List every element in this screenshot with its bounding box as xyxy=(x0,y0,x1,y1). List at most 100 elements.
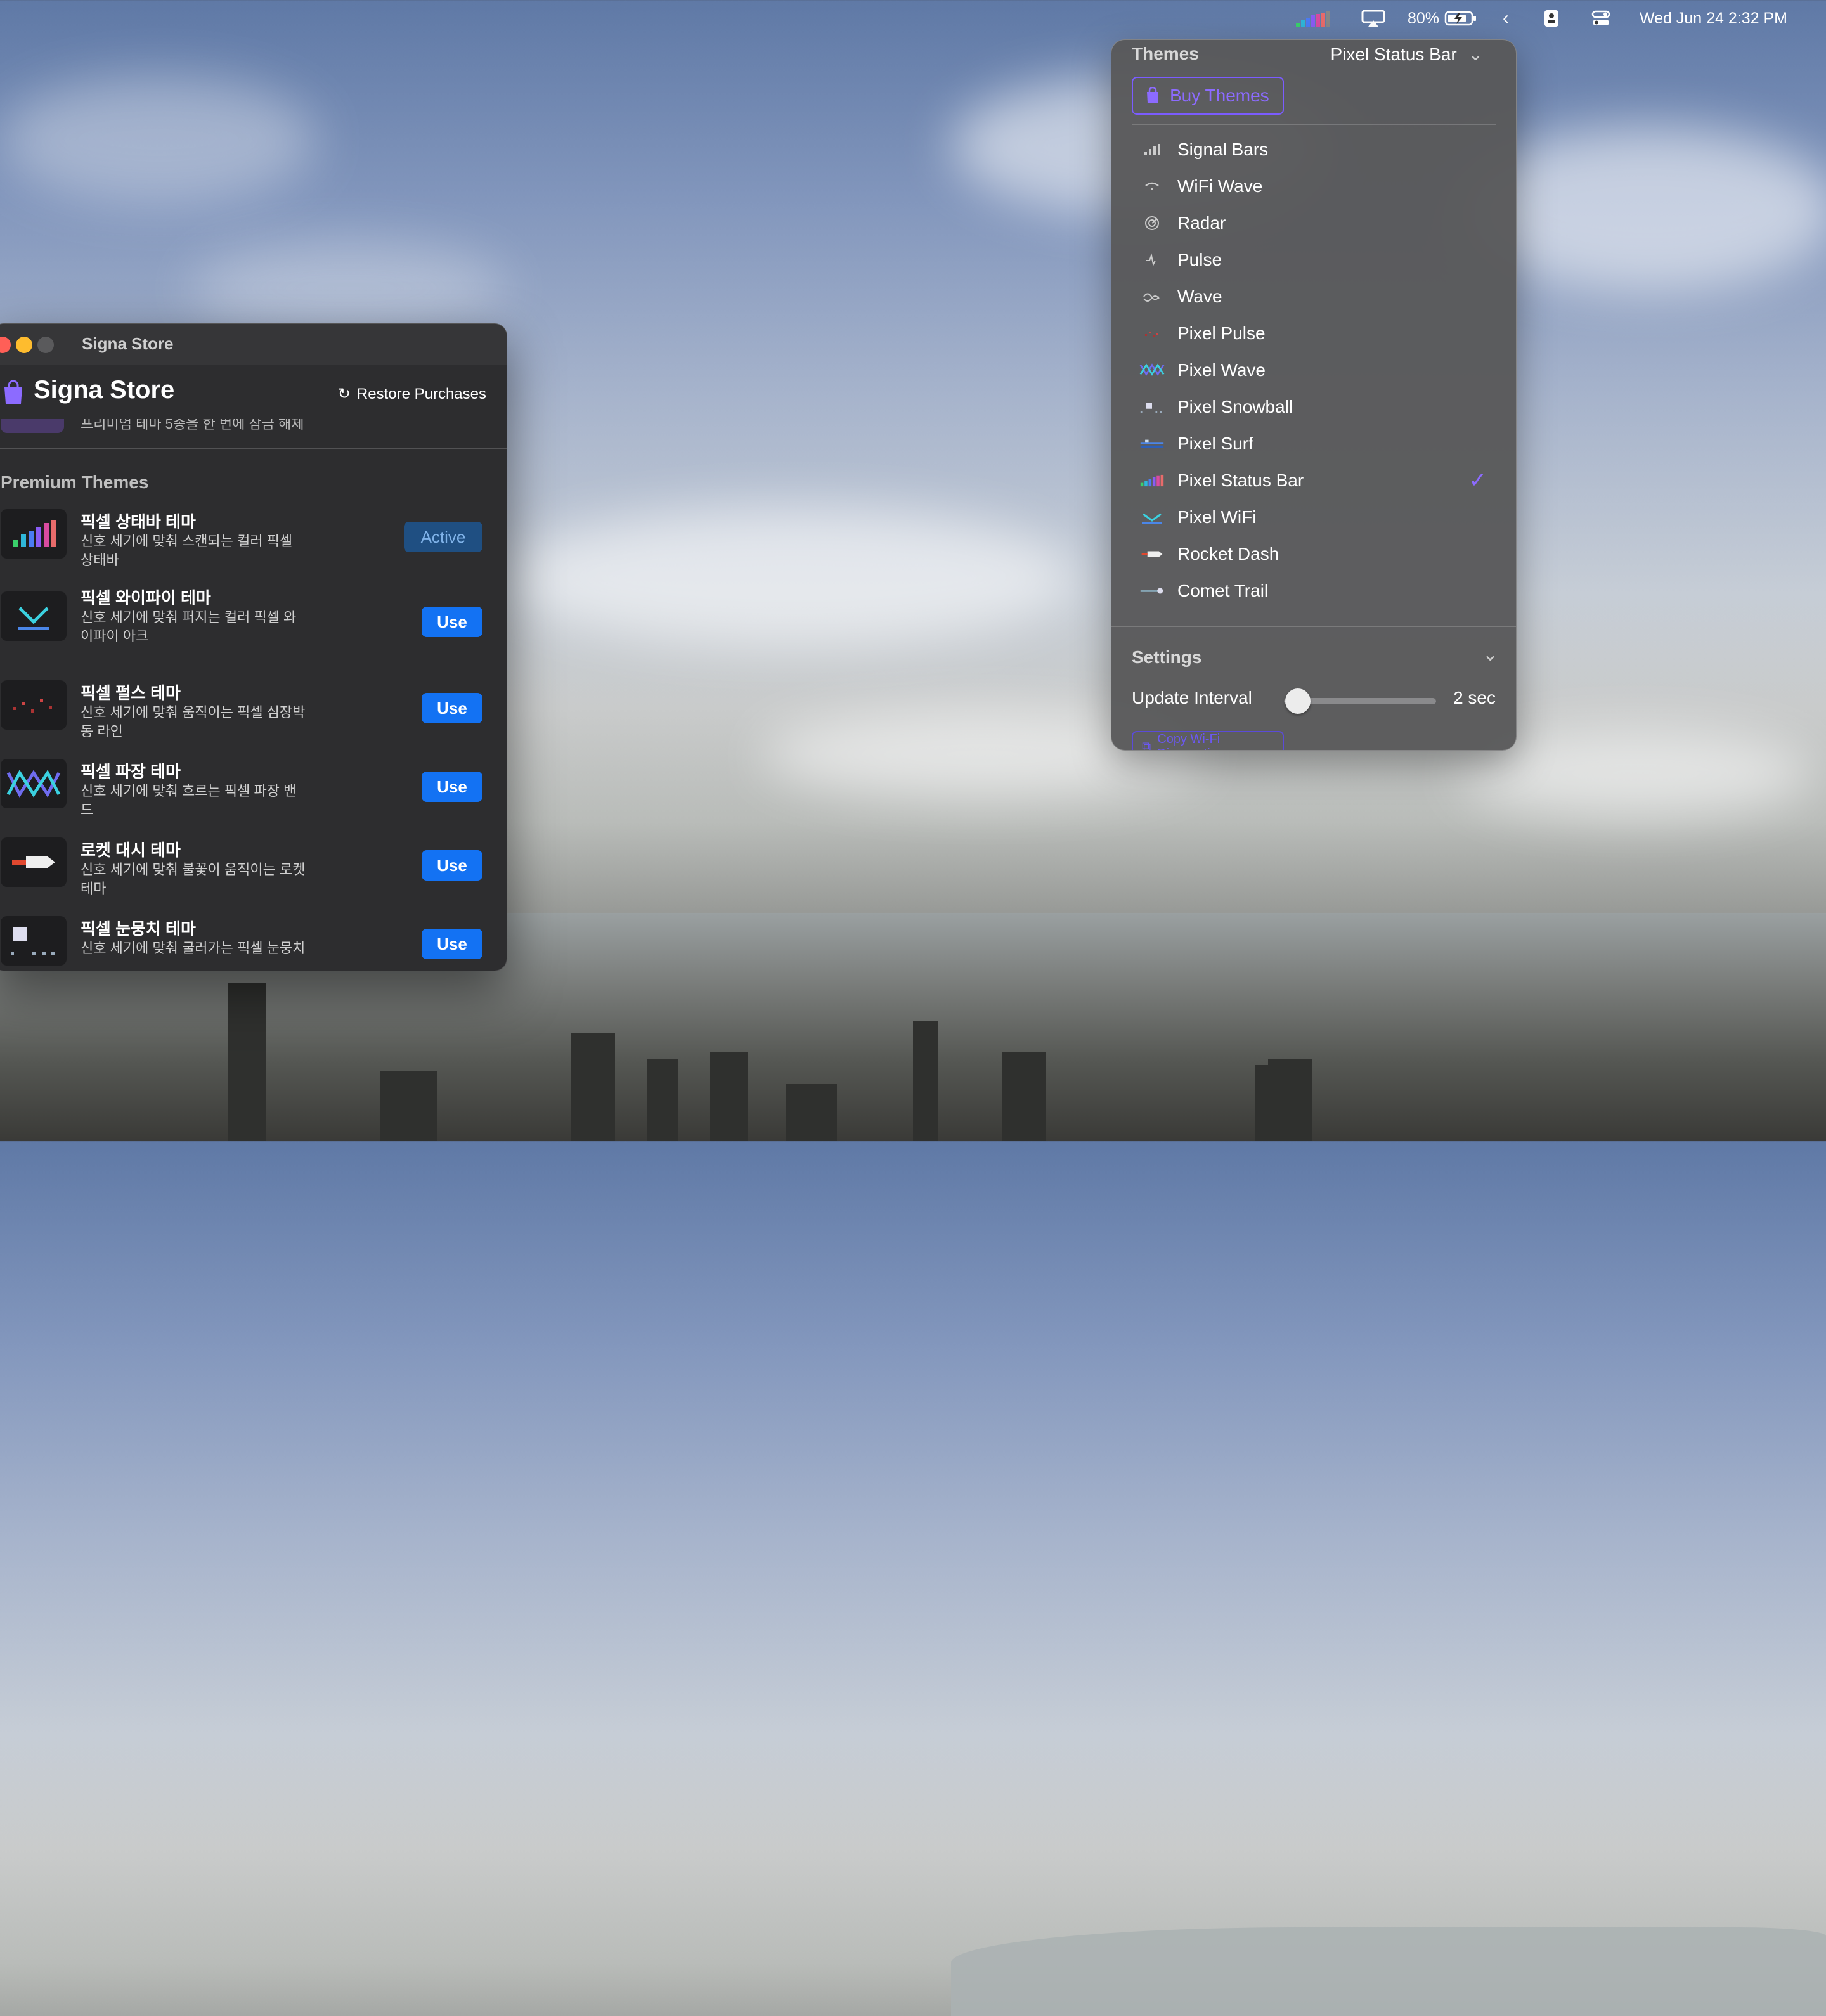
theme-label: WiFi Wave xyxy=(1177,176,1263,196)
themes-section-title: Themes xyxy=(1132,44,1199,63)
theme-item-rocket-dash[interactable]: Rocket Dash xyxy=(1111,536,1516,572)
pixel-pulse-icon xyxy=(1139,325,1165,342)
update-interval-label: Update Interval xyxy=(1132,688,1252,708)
list-item: 픽셀 상태바 테마 신호 세기에 맞춰 스캔되는 컬러 픽셀 상태바 Activ… xyxy=(1,509,507,579)
clipped-bundle-row: 프리미엄 테마 5종을 한 번에 잠금 해제 xyxy=(0,419,507,438)
list-item: 픽셀 와이파이 테마 신호 세기에 맞춰 퍼지는 컬러 픽셀 와이파이 아크 U… xyxy=(1,585,507,655)
zoom-button[interactable] xyxy=(37,337,54,353)
theme-item-pixel-wave[interactable]: Pixel Wave xyxy=(1111,352,1516,389)
item-desc: 신호 세기에 맞춰 흐르는 픽셀 파장 밴드 xyxy=(81,783,297,818)
contact-card-icon[interactable] xyxy=(1543,0,1560,37)
minimize-button[interactable] xyxy=(16,337,32,353)
theme-item-wifi-wave[interactable]: WiFi Wave xyxy=(1111,168,1516,205)
theme-item-pixel-snowball[interactable]: Pixel Snowball xyxy=(1111,389,1516,425)
divider xyxy=(0,448,507,449)
item-name: 픽셀 상태바 테마 xyxy=(81,512,196,531)
restore-purchases-button[interactable]: ↻ Restore Purchases xyxy=(338,385,486,403)
buy-themes-label: Buy Themes xyxy=(1170,86,1269,105)
pulse-icon xyxy=(1139,251,1165,269)
pixel-status-bar-thumbnail xyxy=(1,509,67,559)
rocket-dash-thumbnail xyxy=(1,837,67,887)
theme-item-radar[interactable]: Radar xyxy=(1111,205,1516,242)
pixel-status-bar-icon[interactable] xyxy=(1295,0,1333,37)
bundle-desc: 프리미엄 테마 5종을 한 번에 잠금 해제 xyxy=(81,419,304,432)
airplay-icon[interactable] xyxy=(1361,0,1386,37)
item-name: 로켓 대시 테마 xyxy=(81,841,181,860)
battery-icon[interactable] xyxy=(1444,0,1477,37)
list-item: 픽셀 파장 테마 신호 세기에 맞춰 흐르는 픽셀 파장 밴드 Use xyxy=(1,759,507,829)
settings-section-title: Settings xyxy=(1132,647,1202,667)
theme-label: Comet Trail xyxy=(1177,581,1269,600)
shopping-bag-icon xyxy=(1147,87,1158,103)
use-button[interactable]: Use xyxy=(422,693,482,723)
divider xyxy=(1132,124,1496,125)
theme-item-signal-bars[interactable]: Signal Bars xyxy=(1111,131,1516,168)
pixel-wave-thumbnail xyxy=(1,759,67,808)
copy-label: Copy Wi-Fi Diagnostics xyxy=(1157,732,1222,750)
chevron-down-icon: ⌄ xyxy=(1468,44,1483,64)
restore-label: Restore Purchases xyxy=(356,385,486,403)
menu-bar-clock[interactable]: Wed Jun 24 2:32 PM xyxy=(1640,0,1787,37)
wifi-wave-icon xyxy=(1139,178,1165,195)
comet-trail-icon xyxy=(1139,582,1165,600)
current-theme-label: Pixel Status Bar xyxy=(1330,44,1457,64)
theme-item-pixel-pulse[interactable]: Pixel Pulse xyxy=(1111,315,1516,352)
store-title: Signa Store xyxy=(34,376,175,404)
pixel-wifi-thumbnail xyxy=(1,591,67,641)
theme-label: Pixel Snowball xyxy=(1177,397,1293,417)
theme-label: Pixel Surf xyxy=(1177,434,1253,453)
control-center-icon[interactable] xyxy=(1591,0,1610,37)
theme-item-comet-trail[interactable]: Comet Trail xyxy=(1111,572,1516,609)
current-theme-selector[interactable]: Pixel Status Bar ⌄ xyxy=(1331,44,1483,65)
theme-label: Radar xyxy=(1177,213,1226,233)
use-button[interactable]: Use xyxy=(422,929,482,959)
close-button[interactable] xyxy=(0,337,11,353)
theme-item-pixel-surf[interactable]: Pixel Surf xyxy=(1111,425,1516,462)
theme-label: Pulse xyxy=(1177,250,1222,269)
divider xyxy=(1111,626,1516,627)
pixel-snowball-thumbnail xyxy=(1,916,67,966)
pixel-snowball-icon xyxy=(1139,398,1165,416)
theme-label: Pixel Wave xyxy=(1177,360,1266,380)
use-button[interactable]: Use xyxy=(422,850,482,881)
checkmark-icon: ✓ xyxy=(1468,468,1487,493)
item-name: 픽셀 펄스 테마 xyxy=(81,683,181,702)
copy-wifi-diagnostics-button[interactable]: ⧉ Copy Wi-Fi Diagnostics xyxy=(1132,731,1284,751)
theme-item-pixel-status-bar[interactable]: Pixel Status Bar ✓ xyxy=(1111,462,1516,499)
premium-themes-heading: Premium Themes xyxy=(1,472,149,492)
active-button[interactable]: Active xyxy=(404,522,482,552)
buy-themes-button[interactable]: Buy Themes xyxy=(1132,77,1284,115)
pixel-pulse-thumbnail xyxy=(1,680,67,730)
window-titlebar: Signa Store xyxy=(0,324,507,365)
item-name: 픽셀 와이파이 테마 xyxy=(81,588,211,607)
theme-item-pixel-wifi[interactable]: Pixel WiFi xyxy=(1111,499,1516,536)
window-title: Signa Store xyxy=(82,334,174,353)
signa-store-window: Signa Store Signa Store ↻ Restore Purcha… xyxy=(0,323,507,971)
list-item: 픽셀 펄스 테마 신호 세기에 맞춰 움직이는 픽셀 심장박동 라인 Use xyxy=(1,680,507,750)
signal-bars-icon xyxy=(1139,141,1165,158)
slider-knob[interactable] xyxy=(1285,688,1311,714)
copy-icon: ⧉ xyxy=(1142,739,1151,751)
theme-label: Signal Bars xyxy=(1177,139,1269,159)
item-name: 픽셀 눈뭉치 테마 xyxy=(81,919,196,938)
update-interval-value: 2 sec xyxy=(1453,688,1496,708)
theme-item-wave[interactable]: Wave xyxy=(1111,278,1516,315)
theme-item-pulse[interactable]: Pulse xyxy=(1111,242,1516,278)
themes-menu-panel: Themes Pixel Status Bar ⌄ Buy Themes Sig… xyxy=(1111,39,1517,751)
theme-label: Wave xyxy=(1177,287,1222,306)
theme-label: Pixel Status Bar xyxy=(1177,470,1304,490)
item-desc: 신호 세기에 맞춰 움직이는 픽셀 심장박동 라인 xyxy=(81,704,306,739)
theme-label: Pixel Pulse xyxy=(1177,323,1266,343)
use-button[interactable]: Use xyxy=(422,772,482,802)
use-button[interactable]: Use xyxy=(422,607,482,637)
pixel-wave-icon xyxy=(1139,361,1165,379)
menu-bar: 80% ‹ Wed Jun 24 2:32 PM xyxy=(0,0,1826,37)
settings-chevron-down-icon[interactable]: ⌄ xyxy=(1482,643,1498,666)
item-desc: 신호 세기에 맞춰 굴러가는 픽셀 눈뭉치 xyxy=(81,940,306,956)
list-item: 로켓 대시 테마 신호 세기에 맞춰 불꽃이 움직이는 로켓 테마 Use xyxy=(1,837,507,907)
item-name: 픽셀 파장 테마 xyxy=(81,762,181,781)
pixel-status-bar-icon xyxy=(1139,472,1165,489)
chevron-left-icon[interactable]: ‹ xyxy=(1503,0,1509,37)
list-item: 픽셀 눈뭉치 테마 신호 세기에 맞춰 굴러가는 픽셀 눈뭉치 Use xyxy=(1,916,507,971)
battery-percent: 80% xyxy=(1408,9,1440,27)
